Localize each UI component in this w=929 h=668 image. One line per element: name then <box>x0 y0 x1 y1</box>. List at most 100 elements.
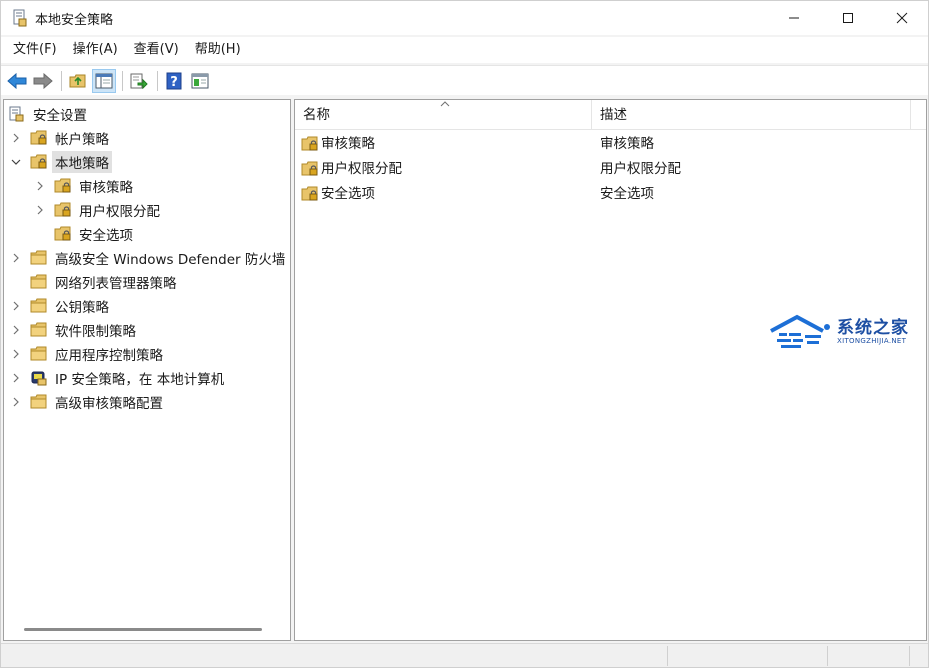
tree-item[interactable]: 高级安全 Windows Defender 防火墙 <box>10 246 288 270</box>
list-item-name: 用户权限分配 <box>321 161 402 177</box>
list-cell-name: 安全选项 <box>301 182 375 206</box>
tree-item[interactable]: 软件限制策略 <box>10 318 139 342</box>
tree-root-label: 安全设置 <box>33 108 87 124</box>
tree-expander[interactable] <box>10 156 22 168</box>
properties-pane-button[interactable] <box>188 69 212 93</box>
minimize-button[interactable] <box>771 1 817 35</box>
column-header-description[interactable]: 描述 <box>592 100 910 130</box>
tree-item-label: 高级审核策略配置 <box>55 396 163 412</box>
tree-expander[interactable] <box>10 348 22 360</box>
list-item[interactable]: 用户权限分配 用户权限分配 <box>295 157 926 181</box>
status-bar <box>1 643 928 667</box>
tree-item-label: 本地策略 <box>52 151 112 173</box>
chevron-right-icon[interactable] <box>11 253 21 263</box>
horizontal-scrollbar[interactable] <box>24 628 262 631</box>
policy-folder-icon <box>54 202 71 217</box>
tree-expander[interactable] <box>10 396 22 408</box>
menu-action[interactable]: 操作(A) <box>65 39 126 61</box>
back-button[interactable] <box>5 69 29 93</box>
policy-folder-icon <box>54 178 71 193</box>
folder-icon <box>30 394 47 409</box>
tree-expander[interactable] <box>34 204 46 216</box>
watermark-subtext: XITONGZHIJIA.NET <box>837 337 907 345</box>
folder-icon <box>30 298 47 313</box>
security-policy-icon <box>13 9 27 27</box>
tree-expander[interactable] <box>10 300 22 312</box>
chevron-right-icon[interactable] <box>35 181 45 191</box>
list-item[interactable]: 审核策略 审核策略 <box>295 132 926 156</box>
tree-item[interactable]: 审核策略 <box>34 174 136 198</box>
tree-item[interactable]: 应用程序控制策略 <box>10 342 166 366</box>
watermark-text: 系统之家 <box>837 318 909 338</box>
tree-expander[interactable] <box>34 180 46 192</box>
menu-view[interactable]: 查看(V) <box>126 39 187 61</box>
title-bar: 本地安全策略 <box>1 1 928 35</box>
window-title: 本地安全策略 <box>35 13 114 28</box>
list-pane[interactable]: 名称 描述 审核策略 审核策略 用户权限分配 用户权限分配 安全选项 安全选项 <box>294 99 927 641</box>
forward-button[interactable] <box>31 69 55 93</box>
chevron-right-icon[interactable] <box>35 205 45 215</box>
menu-help[interactable]: 帮助(H) <box>187 39 249 61</box>
export-list-button[interactable] <box>127 69 151 93</box>
chevron-right-icon[interactable] <box>11 349 21 359</box>
tree-item[interactable]: 本地策略 <box>10 150 112 174</box>
folder-icon <box>30 274 47 289</box>
close-icon <box>896 12 908 24</box>
tree-item[interactable]: 公钥策略 <box>10 294 112 318</box>
tree-expander[interactable] <box>10 132 22 144</box>
chevron-right-icon[interactable] <box>11 373 21 383</box>
tree-item-label: 网络列表管理器策略 <box>55 276 177 292</box>
policy-folder-icon <box>301 186 318 201</box>
watermark-logo-icon <box>770 314 830 348</box>
menu-bar: 文件(F) 操作(A) 查看(V) 帮助(H) <box>1 37 928 63</box>
forward-icon <box>33 72 53 89</box>
policy-folder-icon <box>301 136 318 151</box>
up-one-level-button[interactable] <box>66 69 90 93</box>
chevron-right-icon[interactable] <box>11 325 21 335</box>
show-hide-tree-button[interactable] <box>92 68 116 93</box>
policy-folder-icon <box>301 161 318 176</box>
tree-pane[interactable]: 安全设置 帐户策略 本地策略 审核策略 用户权限分配安全选项高级安全 Windows … <box>3 99 291 641</box>
tree-expander[interactable] <box>10 324 22 336</box>
back-icon <box>7 72 27 89</box>
menu-file[interactable]: 文件(F) <box>5 39 65 61</box>
policy-folder-icon <box>30 130 47 145</box>
folder-icon <box>30 250 47 265</box>
tree-item[interactable]: 用户权限分配 <box>34 198 163 222</box>
maximize-button[interactable] <box>825 1 871 35</box>
tree-expander[interactable] <box>10 252 22 264</box>
list-item-description: 审核策略 <box>600 136 654 152</box>
tree-item-label: 安全选项 <box>79 228 133 244</box>
maximize-icon <box>843 13 853 23</box>
close-button[interactable] <box>879 1 925 35</box>
tree-item[interactable]: 高级审核策略配置 <box>10 390 166 414</box>
column-divider[interactable] <box>910 100 911 130</box>
tree-item[interactable]: 网络列表管理器策略 <box>10 270 180 294</box>
tree-item[interactable]: 安全选项 <box>34 222 136 246</box>
tree-item[interactable]: 帐户策略 <box>10 126 112 150</box>
chevron-right-icon[interactable] <box>11 397 21 407</box>
list-item[interactable]: 安全选项 安全选项 <box>295 182 926 206</box>
column-header-name[interactable]: 名称 <box>295 100 591 130</box>
toolbar-separator <box>61 70 62 91</box>
list-item-description: 安全选项 <box>600 186 654 202</box>
chevron-right-icon[interactable] <box>11 301 21 311</box>
chevron-down-icon[interactable] <box>11 157 21 167</box>
ip-security-icon <box>31 371 47 386</box>
tree-root[interactable]: 安全设置 <box>8 102 90 126</box>
watermark: 系统之家 XITONGZHIJIA.NET <box>767 311 919 359</box>
show-hide-tree-icon <box>95 73 113 88</box>
toolbar-separator <box>157 70 158 91</box>
tree-item[interactable]: IP 安全策略，在 本地计算机 <box>10 366 227 390</box>
svg-text:?: ? <box>170 75 178 90</box>
tree-expander[interactable] <box>10 372 22 384</box>
tree-item-label: 公钥策略 <box>55 300 109 316</box>
chevron-right-icon[interactable] <box>11 133 21 143</box>
toolbar: ? <box>1 65 928 95</box>
status-segment <box>827 646 828 666</box>
minimize-icon <box>789 17 799 19</box>
toolbar-separator <box>122 70 123 91</box>
help-icon: ? <box>166 72 182 90</box>
app-window: 本地安全策略 文件(F) 操作(A) 查看(V) 帮助(H) ? 安全设置 帐户… <box>0 0 929 668</box>
help-button[interactable]: ? <box>162 69 186 93</box>
